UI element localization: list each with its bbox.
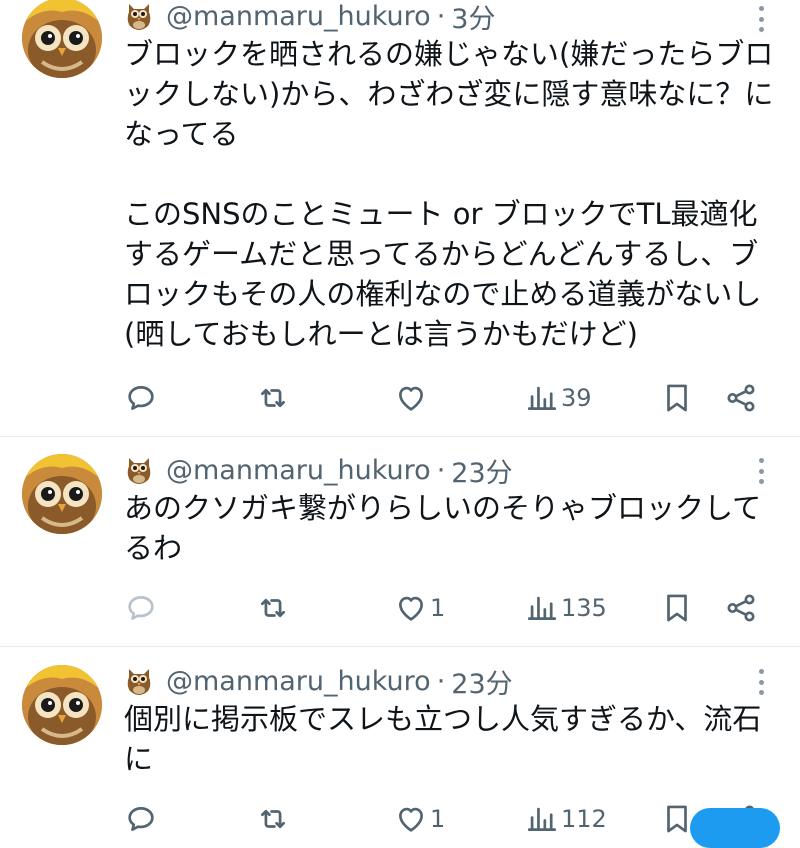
views-button[interactable]: 135: [525, 588, 607, 628]
tweet-header: @manmaru_hukuro · 3分: [124, 0, 495, 36]
tweet-text: あのクソガキ繋がりらしいのそりゃブロックしてるわ: [124, 491, 762, 565]
tweet-text: 個別に掲示板でスレも立つし人気すぎるか、流石に: [124, 702, 762, 776]
author-handle[interactable]: @manmaru_hukuro: [166, 455, 431, 486]
heart-icon: [399, 596, 423, 621]
like-count: 1: [430, 805, 446, 833]
more-icon[interactable]: [754, 665, 768, 699]
share-icon: [727, 594, 755, 622]
views-icon: [527, 386, 557, 410]
bookmark-button[interactable]: [660, 588, 694, 628]
tweet-header: @manmaru_hukuro · 23分: [124, 662, 513, 701]
reply-button[interactable]: [124, 378, 160, 418]
owl-emoji-icon: [124, 665, 154, 697]
like-button[interactable]: 1: [394, 799, 445, 839]
reply-icon: [128, 596, 154, 620]
views-button[interactable]: 112: [525, 799, 607, 839]
author-handle[interactable]: @manmaru_hukuro: [166, 666, 431, 697]
views-button[interactable]: 39: [525, 378, 592, 418]
compose-button[interactable]: [690, 808, 780, 848]
timestamp[interactable]: 23分: [451, 451, 512, 490]
like-count: 1: [430, 594, 446, 622]
reply-icon: [128, 386, 154, 410]
share-icon: [727, 384, 755, 412]
reply-button[interactable]: [124, 588, 160, 628]
retweet-icon: [261, 809, 285, 829]
separator: ·: [436, 454, 446, 486]
share-button[interactable]: [724, 588, 758, 628]
separator: ·: [436, 0, 446, 32]
bookmark-icon: [667, 384, 687, 412]
action-bar: 1 112: [0, 799, 800, 839]
owl-emoji-icon: [124, 454, 154, 486]
avatar[interactable]: [22, 0, 102, 78]
bookmark-icon: [667, 805, 687, 833]
more-icon[interactable]: [754, 454, 768, 488]
retweet-button[interactable]: [256, 378, 292, 418]
action-bar: 39: [0, 378, 800, 418]
retweet-button[interactable]: [256, 799, 292, 839]
retweet-icon: [261, 598, 285, 618]
separator: ·: [436, 665, 446, 697]
owl-emoji-icon: [124, 0, 154, 32]
retweet-icon: [261, 388, 285, 408]
divider: [0, 436, 800, 437]
reply-icon: [128, 807, 154, 831]
avatar[interactable]: [22, 454, 102, 534]
tweet-text: ブロックを晒されるの嫌じゃない(嫌だったらブロックしない)から、わざわざ変に隠す…: [124, 37, 774, 351]
tweet-header: @manmaru_hukuro · 23分: [124, 451, 513, 490]
bookmark-button[interactable]: [660, 378, 694, 418]
author-handle[interactable]: @manmaru_hukuro: [166, 1, 431, 32]
like-button[interactable]: 1: [394, 588, 445, 628]
divider: [0, 646, 800, 647]
heart-icon: [399, 386, 423, 411]
view-count: 135: [561, 594, 607, 622]
bookmark-icon: [667, 594, 687, 622]
bookmark-button[interactable]: [660, 799, 694, 839]
action-bar: 1 135: [0, 588, 800, 628]
timestamp[interactable]: 3分: [451, 0, 495, 36]
timestamp[interactable]: 23分: [451, 662, 512, 701]
like-button[interactable]: [394, 378, 430, 418]
views-icon: [527, 596, 557, 620]
retweet-button[interactable]: [256, 588, 292, 628]
heart-icon: [399, 807, 423, 832]
avatar[interactable]: [22, 665, 102, 745]
views-icon: [527, 807, 557, 831]
reply-button[interactable]: [124, 799, 160, 839]
share-button[interactable]: [724, 378, 758, 418]
more-icon[interactable]: [754, 2, 768, 36]
view-count: 112: [561, 805, 607, 833]
view-count: 39: [561, 384, 592, 412]
